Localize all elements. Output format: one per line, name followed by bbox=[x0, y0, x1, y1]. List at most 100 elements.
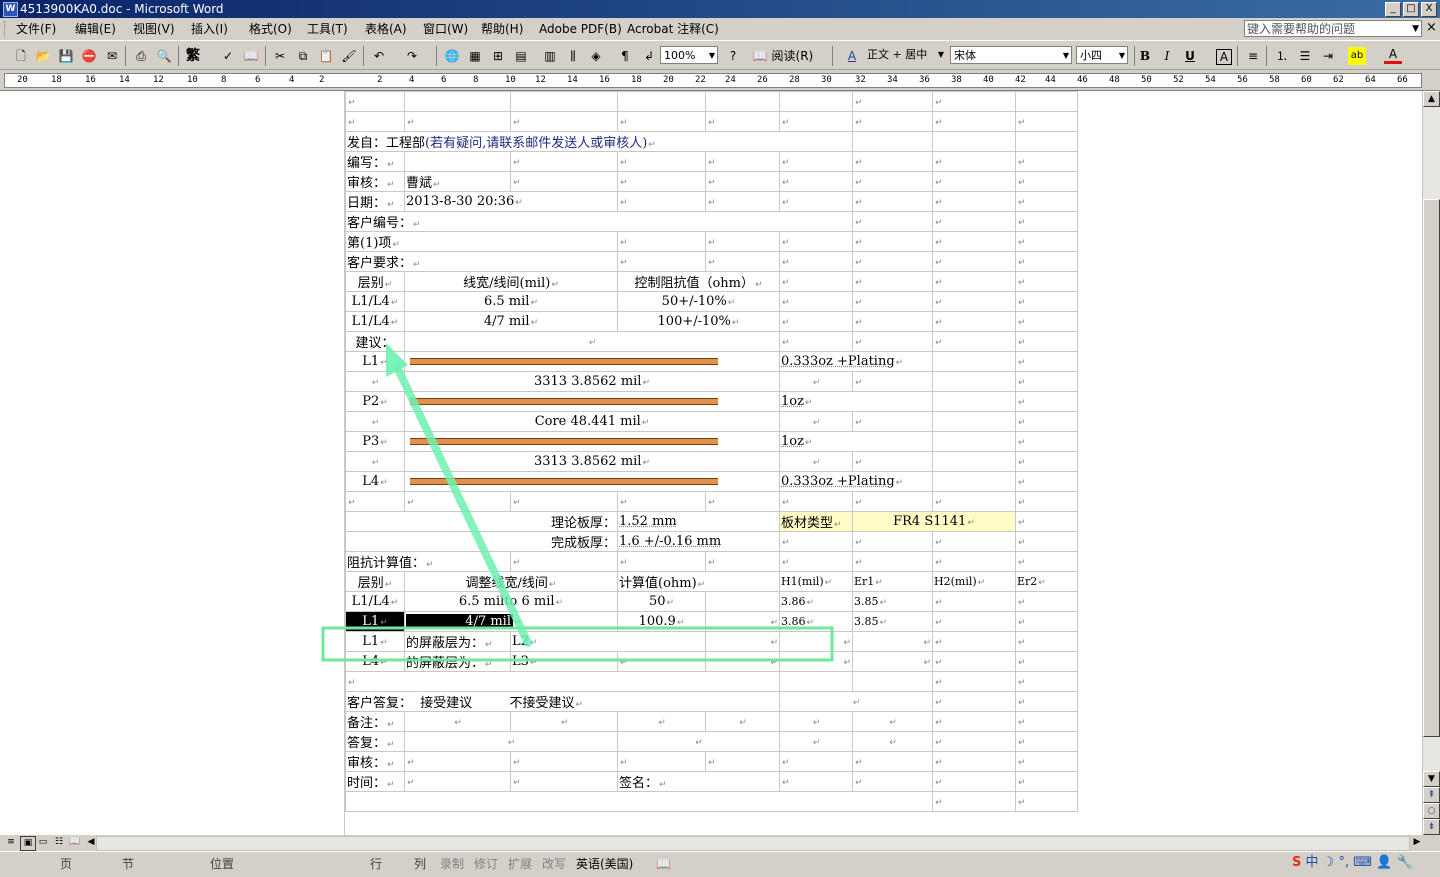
calc-header-er2[interactable]: Er2↵ bbox=[1016, 572, 1078, 592]
table-cell[interactable]: ↵ bbox=[1016, 512, 1078, 532]
font-select[interactable]: 宋体 ▼ bbox=[950, 46, 1072, 64]
moon-icon[interactable]: ☽ bbox=[1323, 855, 1335, 870]
stack-note-cell[interactable]: 1oz↵ bbox=[780, 392, 933, 412]
table-cell[interactable]: ↵ bbox=[618, 492, 706, 512]
table-cell[interactable] bbox=[933, 472, 1016, 492]
document-area[interactable]: ↵ ↵ ↵ ↵ ↵ ↵ ↵ ↵ ↵ ↵ ↵ ↵ 发自：工程部(若有疑问,请联系邮件… bbox=[0, 91, 1422, 835]
table-cell[interactable]: ↵ bbox=[1016, 212, 1078, 232]
calc-layer-cell[interactable]: L1/L4↵ bbox=[346, 592, 405, 612]
web-layout-icon[interactable]: ▣ bbox=[20, 836, 36, 851]
restore-button[interactable]: □ bbox=[1403, 2, 1419, 17]
table-cell[interactable]: ↵ bbox=[618, 732, 780, 752]
table-cell[interactable]: ↵ bbox=[1016, 732, 1078, 752]
menu-adobe-pdf[interactable]: Adobe PDF(B) bbox=[537, 21, 624, 37]
hyperlink-icon[interactable]: 🌐 bbox=[443, 47, 461, 65]
menu-tools[interactable]: 工具(T) bbox=[305, 21, 350, 37]
underline-button[interactable]: U bbox=[1181, 47, 1199, 65]
table-cell[interactable]: ↵ bbox=[511, 112, 618, 132]
table-cell[interactable]: ↵ bbox=[933, 672, 1016, 692]
table-cell[interactable]: ↵ bbox=[933, 172, 1016, 192]
table-cell[interactable]: ↵ bbox=[706, 752, 780, 772]
table-cell[interactable]: ↵ bbox=[1016, 632, 1078, 652]
table-cell[interactable]: ↵ bbox=[853, 232, 933, 252]
table-cell[interactable]: ↵ bbox=[780, 172, 853, 192]
calc-layer-cell-selected[interactable]: L1↵ bbox=[346, 612, 405, 632]
ime-tray[interactable]: S 中 ☽ °, ⌨ 👤 🔧 bbox=[1292, 854, 1413, 872]
style-select[interactable]: 正文 + 居中 ▼ bbox=[864, 46, 946, 64]
table-cell[interactable]: ↵ bbox=[1016, 792, 1078, 812]
table-cell[interactable]: ↵ bbox=[1016, 592, 1078, 612]
table-cell[interactable]: ↵ bbox=[706, 632, 780, 652]
table-cell[interactable]: ↵ bbox=[1016, 192, 1078, 212]
shield-label-cell[interactable]: 的屏蔽层为：↵ bbox=[405, 632, 511, 652]
stack-copper-cell[interactable] bbox=[405, 352, 780, 372]
table-cell[interactable]: ↵ bbox=[346, 112, 405, 132]
menu-insert[interactable]: 插入(I) bbox=[189, 21, 230, 37]
calc-header-er1[interactable]: Er1↵ bbox=[853, 572, 933, 592]
accept-suggestion-option[interactable]: 接受建议 bbox=[420, 696, 472, 711]
review2-label-cell[interactable]: 审核：↵ bbox=[346, 752, 405, 772]
calc-er1-cell[interactable]: 3.85↵ bbox=[853, 612, 933, 632]
table-cell[interactable] bbox=[706, 592, 780, 612]
table-cell[interactable]: ↵ bbox=[853, 372, 933, 392]
table-cell[interactable] bbox=[933, 372, 1016, 392]
highlight-button[interactable]: ab bbox=[1348, 47, 1366, 65]
table-cell[interactable]: ↵ bbox=[1016, 352, 1078, 372]
table-cell[interactable]: ↵ bbox=[1016, 452, 1078, 472]
stack-layer-label[interactable]: P2↵ bbox=[346, 392, 405, 412]
req-header-layer[interactable]: 层别↵ bbox=[346, 272, 405, 292]
table-cell[interactable]: ↵ bbox=[1016, 772, 1078, 792]
table-cell[interactable] bbox=[933, 352, 1016, 372]
table-cell[interactable]: ↵ bbox=[405, 492, 511, 512]
calc-er1-cell[interactable]: 3.85↵ bbox=[853, 592, 933, 612]
table-cell[interactable]: ↵ bbox=[853, 192, 933, 212]
sign-cell[interactable]: 签名：↵ bbox=[618, 772, 780, 792]
table-cell[interactable]: ↵ bbox=[780, 252, 853, 272]
read-mode-button[interactable]: 📖 阅读(R) bbox=[752, 47, 814, 65]
note-cell[interactable]: ↵ bbox=[405, 712, 511, 732]
calc-width-cell-selected[interactable]: 4/7 mil ↵ bbox=[405, 612, 618, 632]
spelling-icon[interactable]: ✓ bbox=[219, 47, 237, 65]
increase-indent-icon[interactable]: ⇥ bbox=[1319, 47, 1337, 65]
table-cell[interactable]: ↵ bbox=[853, 212, 933, 232]
table-cell[interactable]: ↵ bbox=[346, 92, 405, 112]
print-preview-icon[interactable]: 🔍 bbox=[155, 47, 173, 65]
table-cell[interactable]: ↵ bbox=[780, 492, 853, 512]
table-cell[interactable]: ↵ bbox=[618, 172, 706, 192]
table-cell[interactable]: ↵ bbox=[780, 292, 853, 312]
table-cell[interactable]: ↵ bbox=[853, 752, 933, 772]
status-overtype[interactable]: 改写 bbox=[542, 856, 566, 872]
table-cell[interactable]: ↵ bbox=[933, 332, 1016, 352]
suggest-cell[interactable]: ↵ bbox=[405, 332, 780, 352]
table-cell[interactable]: ↵ bbox=[1016, 752, 1078, 772]
table-cell[interactable]: ↵ bbox=[933, 212, 1016, 232]
table-cell[interactable]: ↵ bbox=[1016, 392, 1078, 412]
menu-acrobat-comments[interactable]: Acrobat 注释(C) bbox=[625, 21, 721, 37]
status-track-changes[interactable]: 修订 bbox=[474, 856, 498, 872]
scroll-right-arrow-icon[interactable]: ▶ bbox=[1410, 836, 1424, 849]
minimize-button[interactable]: _ bbox=[1385, 2, 1401, 17]
table-cell[interactable]: ↵ bbox=[618, 112, 706, 132]
paste-icon[interactable]: 📋 bbox=[317, 47, 335, 65]
table-cell[interactable]: ↵ bbox=[933, 552, 1016, 572]
table-cell[interactable]: ↵ bbox=[618, 652, 706, 672]
from-cell[interactable]: 发自：工程部(若有疑问,请联系邮件发送人或审核人)↵ bbox=[346, 132, 853, 152]
table-cell[interactable]: ↵ bbox=[706, 112, 780, 132]
finish-thickness-cell[interactable]: 1.6 +/-0.16 mm bbox=[618, 532, 780, 552]
chevron-down-icon[interactable]: ▼ bbox=[938, 46, 944, 63]
table-cell[interactable]: ↵ bbox=[706, 492, 780, 512]
print-layout-icon[interactable]: ▭ bbox=[36, 836, 50, 849]
menu-grip[interactable] bbox=[4, 21, 8, 37]
table-cell[interactable]: ↵ bbox=[933, 232, 1016, 252]
table-cell[interactable]: ↵ bbox=[853, 552, 933, 572]
italic-button[interactable]: I bbox=[1158, 47, 1176, 65]
chevron-down-icon[interactable]: ▼ bbox=[1119, 47, 1125, 64]
character-border-button[interactable]: A bbox=[1216, 49, 1232, 65]
table-cell[interactable]: ↵ bbox=[853, 172, 933, 192]
document-map-icon[interactable]: ◈ bbox=[587, 47, 605, 65]
table-cell[interactable]: ↵ bbox=[780, 332, 853, 352]
req-header-impedance[interactable]: 控制阻抗值（ohm）↵ bbox=[618, 272, 780, 292]
copy-icon[interactable]: ⧉ bbox=[294, 47, 312, 65]
calc-header-h1[interactable]: H1(mil)↵ bbox=[780, 572, 853, 592]
table-cell[interactable]: ↵ bbox=[706, 552, 780, 572]
